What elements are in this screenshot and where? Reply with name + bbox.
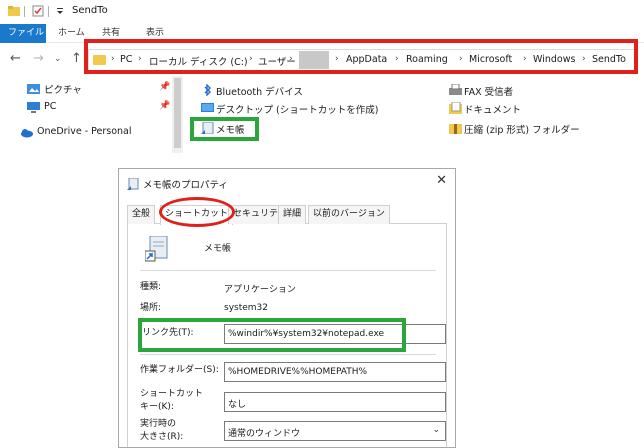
ribbon-tab-home[interactable]: ホーム [58, 24, 85, 43]
green-highlight-notepad [190, 117, 259, 141]
app-name: メモ帳 [204, 244, 232, 254]
green-highlight-target [138, 318, 406, 352]
dialog-title: メモ帳のプロパティ [143, 180, 228, 191]
nav-scrollbar[interactable] [172, 76, 183, 153]
run-size-label-2: 大きさ(R): [140, 432, 184, 442]
red-highlight-shortcut-tab [159, 197, 235, 227]
shortcut-key-field[interactable]: なし [224, 392, 446, 412]
location-label: 場所: [140, 303, 162, 313]
type-label: 種類: [140, 282, 162, 292]
quick-access-dropdown-icon[interactable] [54, 5, 66, 17]
nav-item-pictures[interactable]: ピクチャ [44, 82, 82, 96]
onedrive-icon [21, 129, 33, 138]
file-item-fax[interactable]: FAX 受信者 [464, 84, 513, 98]
ribbon-tab-file[interactable]: ファイル [0, 24, 46, 43]
close-icon[interactable]: ✕ [436, 173, 447, 188]
tab-previous-versions[interactable]: 以前のバージョン [308, 205, 390, 224]
zip-folder-icon [449, 124, 462, 134]
divider [140, 270, 436, 271]
shortcut-tab-panel: メモ帳 種類: アプリケーション 場所: system32 リンク先(T): %… [127, 224, 447, 447]
workdir-field[interactable]: %HOMEDRIVE%%HOMEPATH% [224, 362, 446, 382]
desktop-icon [201, 103, 214, 112]
red-highlight-address [84, 39, 638, 74]
type-value: アプリケーション [224, 285, 296, 295]
run-size-select[interactable]: 通常のウィンドウ ⌄ [224, 421, 446, 441]
properties-dialog: メモ帳のプロパティ ✕ 全般 ショートカット セキュリティ 詳細 以前のバージョ… [118, 168, 456, 448]
folder-icon [8, 6, 20, 16]
nav-item-onedrive[interactable]: OneDrive - Personal [37, 126, 132, 137]
location-value: system32 [224, 303, 268, 313]
bluetooth-icon [204, 84, 211, 96]
shortcut-key-label-2: キー(K): [140, 402, 174, 412]
pin-icon[interactable]: 📌 [159, 82, 170, 92]
documents-icon [449, 102, 462, 114]
tab-details[interactable]: 詳細 [278, 205, 307, 224]
shortcut-key-label-1: ショートカット [140, 389, 204, 399]
file-item-documents[interactable]: ドキュメント [464, 102, 521, 116]
notepad-icon [127, 178, 139, 190]
file-item-bluetooth[interactable]: Bluetooth デバイス [216, 84, 303, 98]
nav-item-pc[interactable]: PC [44, 101, 56, 112]
forward-arrow-icon[interactable]: → [33, 51, 44, 66]
workdir-label: 作業フォルダー(S): [140, 365, 219, 375]
notepad-large-icon [145, 236, 168, 262]
up-arrow-icon[interactable]: ↑ [71, 51, 82, 66]
file-item-desktop[interactable]: デスクトップ (ショートカットを作成) [216, 102, 378, 116]
pictures-folder-icon [27, 84, 40, 94]
divider [140, 354, 436, 355]
chevron-down-icon: ⌄ [432, 425, 440, 435]
navigation-pane: ピクチャ 📌 PC 📌 OneDrive - Personal [0, 76, 186, 153]
back-arrow-icon[interactable]: ← [10, 51, 21, 66]
pin-icon[interactable]: 📌 [159, 101, 170, 111]
run-size-value: 通常のウィンドウ [228, 429, 301, 439]
title-bar: SendTo [0, 0, 644, 24]
run-size-label-1: 実行時の [140, 419, 177, 429]
pc-icon [27, 102, 40, 113]
fax-icon [449, 84, 462, 95]
explorer-window: SendTo ファイル ホーム 共有 表示 ← → ⌄ ↑ › PC › ローカ… [0, 0, 644, 153]
tab-general[interactable]: 全般 [127, 205, 156, 224]
file-item-zip[interactable]: 圧縮 (zip 形式) フォルダー [464, 122, 580, 136]
window-title: SendTo [72, 5, 108, 16]
recent-dropdown-icon[interactable]: ⌄ [54, 54, 62, 64]
properties-check-icon[interactable] [32, 5, 44, 17]
scroll-thumb[interactable] [174, 78, 181, 148]
